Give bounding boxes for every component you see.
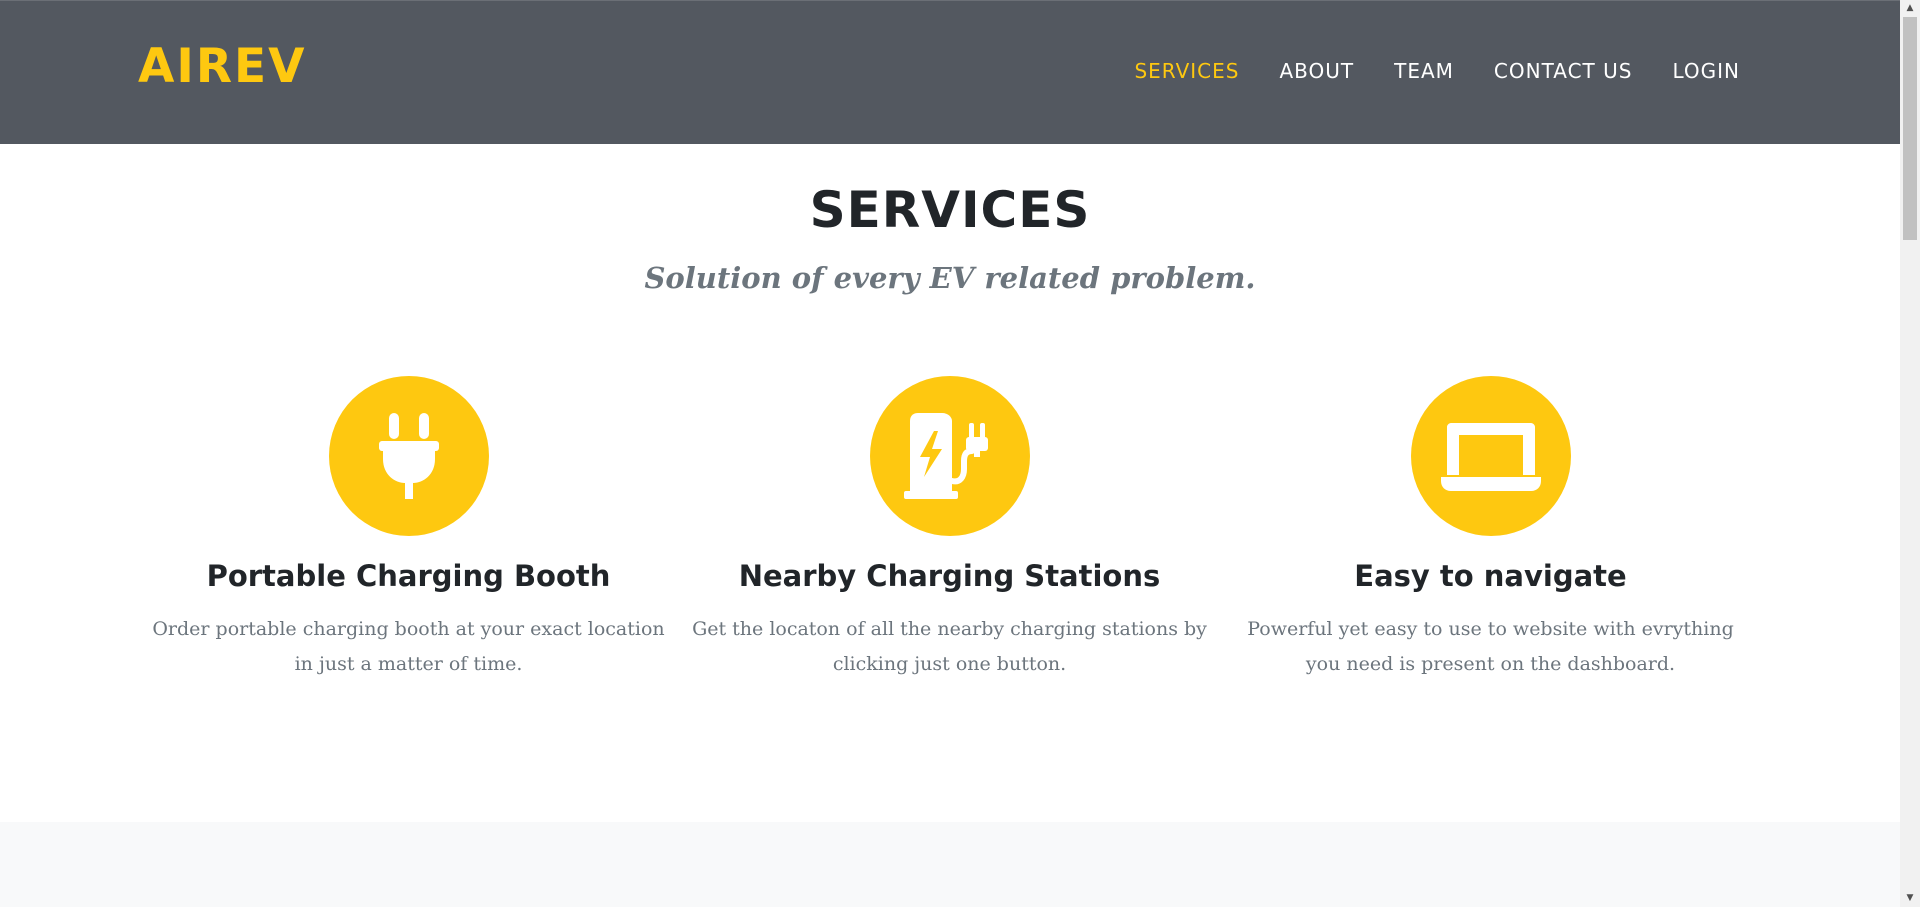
service-icon-circle [869,376,1030,536]
service-title: Easy to navigate [1354,559,1627,593]
scroll-up-arrow-icon[interactable]: ▲ [1900,0,1920,17]
service-icon-circle [1410,376,1571,536]
nav-link-contact-us[interactable]: CONTACT US [1494,59,1633,83]
service-title: Portable Charging Booth [206,559,611,593]
service-icon-circle [328,376,489,536]
service-card-easy-navigation: Easy to navigate Powerful yet easy to us… [1220,376,1761,682]
service-card-portable-charging: Portable Charging Booth Order portable c… [138,376,679,682]
section-title: SERVICES [809,181,1091,239]
service-description: Powerful yet easy to use to website with… [1247,618,1734,675]
laptop-icon [1440,423,1541,491]
brand-logo[interactable]: AIREV [138,39,307,95]
scroll-down-arrow-icon[interactable]: ▼ [1900,890,1920,907]
scroll-thumb[interactable] [1903,17,1917,240]
service-card-nearby-stations: Nearby Charging Stations Get the locaton… [679,376,1220,682]
next-section-band [0,822,1900,907]
nav-link-login[interactable]: LOGIN [1672,59,1740,83]
nav-link-team[interactable]: TEAM [1394,59,1454,83]
top-navbar: AIREV SERVICES ABOUT TEAM CONTACT US LOG… [0,0,1900,144]
nav-link-about[interactable]: ABOUT [1279,59,1354,83]
plug-icon [378,413,439,499]
charging-station-icon [903,413,988,499]
service-description: Get the locaton of all the nearby chargi… [692,618,1207,675]
services-list: Portable Charging Booth Order portable c… [138,376,1762,682]
section-subtitle: Solution of every EV related problem. [644,261,1256,295]
service-description: Order portable charging booth at your ex… [152,618,665,675]
nav-link-services[interactable]: SERVICES [1134,59,1239,83]
main-nav: SERVICES ABOUT TEAM CONTACT US LOGIN [1094,59,1740,83]
service-title: Nearby Charging Stations [738,559,1161,593]
vertical-scrollbar[interactable]: ▲ ▼ [1900,0,1920,907]
